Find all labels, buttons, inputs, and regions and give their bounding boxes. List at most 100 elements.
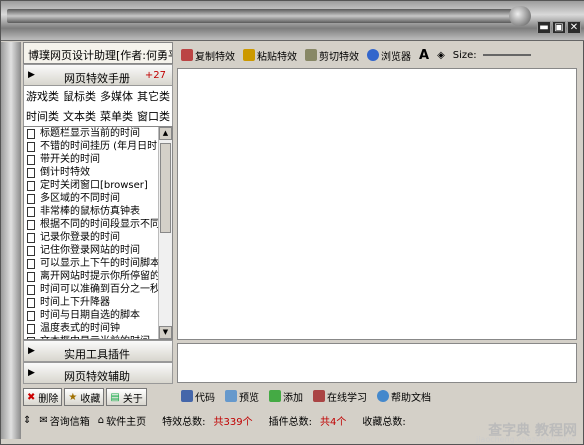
section-label: 网页特效手册 bbox=[64, 72, 130, 85]
category-game[interactable]: 游戏类 bbox=[26, 88, 59, 104]
cut-icon bbox=[305, 49, 317, 61]
effects-total-value: 共339个 bbox=[213, 416, 253, 428]
list-item-label: 温度表式的时间钟 bbox=[40, 323, 120, 334]
list-item[interactable]: 记录你登录的时间 bbox=[24, 231, 158, 244]
title-bar[interactable]: ▬ ▣ ✕ bbox=[1, 1, 584, 41]
maximize-button[interactable]: ▣ bbox=[552, 21, 566, 34]
copy-label: 复制特效 bbox=[195, 51, 235, 63]
delete-button[interactable]: ✖ 删除 bbox=[23, 388, 63, 406]
list-item[interactable]: 可以显示上下午的时间脚本 bbox=[24, 257, 158, 270]
category-text[interactable]: 文本类 bbox=[63, 108, 96, 124]
cut-effect-button[interactable]: 剪切特效 bbox=[305, 48, 359, 63]
list-item[interactable]: 不错的时间挂历 (年月日时 bbox=[24, 140, 158, 153]
section-tools[interactable]: ▶ 实用工具插件 bbox=[23, 340, 173, 362]
list-item-label: 时间可以准确到百分之一秒 bbox=[40, 284, 158, 295]
list-item[interactable]: 离开网站时提示你所停留的 bbox=[24, 270, 158, 283]
expand-arrow-icon: ▶ bbox=[28, 346, 35, 356]
document-icon bbox=[27, 142, 35, 152]
scroll-up-icon[interactable]: ▲ bbox=[159, 127, 172, 140]
logo-knob-icon bbox=[509, 6, 531, 26]
scroll-down-icon[interactable]: ▼ bbox=[159, 326, 172, 339]
list-item[interactable]: 根据不同的时间段显示不同 bbox=[24, 218, 158, 231]
category-tabs: 游戏类 鼠标类 多媒体 其它类 时间类 文本类 菜单类 窗口类 bbox=[23, 86, 173, 126]
paste-effect-button[interactable]: 粘贴特效 bbox=[243, 48, 297, 63]
document-icon bbox=[27, 194, 35, 204]
category-other[interactable]: 其它类 bbox=[137, 88, 170, 104]
category-media[interactable]: 多媒体 bbox=[100, 88, 133, 104]
expand-arrow-icon: ▶ bbox=[28, 368, 35, 378]
tab-help[interactable]: 帮助文档 bbox=[377, 389, 431, 404]
list-item[interactable]: 非常棒的鼠标仿真钟表 bbox=[24, 205, 158, 218]
description-box[interactable] bbox=[177, 343, 577, 383]
category-menu[interactable]: 菜单类 bbox=[100, 108, 133, 124]
size-slider[interactable] bbox=[482, 54, 531, 56]
document-icon bbox=[27, 272, 35, 282]
effects-total-label: 特效总数: bbox=[162, 416, 206, 428]
list-scrollbar[interactable]: ▲ ▼ bbox=[158, 127, 172, 339]
consult-label: 咨询信箱 bbox=[49, 416, 90, 428]
fill-color-icon[interactable]: ◈ bbox=[437, 50, 445, 61]
list-item[interactable]: 记住你登录网站的时间 bbox=[24, 244, 158, 257]
category-window[interactable]: 窗口类 bbox=[137, 108, 170, 124]
browser-button[interactable]: 浏览器 bbox=[367, 48, 411, 63]
list-item[interactable]: 定时关闭窗口[browser] bbox=[24, 179, 158, 192]
font-icon[interactable]: A bbox=[419, 48, 429, 63]
list-item-label: 带开关的时间 bbox=[40, 154, 100, 165]
homepage-label: 软件主页 bbox=[106, 416, 147, 428]
about-label: 关于 bbox=[122, 393, 143, 405]
list-item-label: 定时关闭窗口[browser] bbox=[40, 180, 148, 191]
paste-icon bbox=[243, 49, 255, 61]
list-item[interactable]: 多区域的不同时间 bbox=[24, 192, 158, 205]
document-icon bbox=[27, 207, 35, 217]
list-item[interactable]: 时间与日期自选的脚本 bbox=[24, 309, 158, 322]
list-item[interactable]: 倒计时特效 bbox=[24, 166, 158, 179]
consult-mail-link[interactable]: ✉ 咨询信箱 bbox=[39, 413, 89, 428]
title-bar-decoration bbox=[7, 9, 512, 23]
tab-learn[interactable]: 在线学习 bbox=[313, 389, 367, 404]
list-item[interactable]: 温度表式的时间钟 bbox=[24, 322, 158, 335]
effects-list[interactable]: 标题栏显示当前的时间 不错的时间挂历 (年月日时 带开关的时间 倒计时特效定时关闭窗口… bbox=[23, 126, 173, 340]
list-item-label: 可以显示上下午的时间脚本 bbox=[40, 258, 158, 269]
favorite-button[interactable]: ★ 收藏 bbox=[64, 388, 105, 406]
document-icon bbox=[27, 129, 35, 139]
about-button[interactable]: ▤ 关于 bbox=[106, 388, 147, 406]
expand-arrow-icon: ▶ bbox=[28, 70, 35, 80]
learn-icon bbox=[313, 390, 325, 402]
list-item-label: 时间与日期自选的脚本 bbox=[40, 310, 140, 321]
scroll-thumb[interactable] bbox=[160, 143, 171, 233]
document-icon bbox=[27, 168, 35, 178]
homepage-link[interactable]: ⌂ 软件主页 bbox=[98, 413, 146, 428]
tab-add[interactable]: 添加 bbox=[269, 389, 303, 404]
minimize-button[interactable]: ▬ bbox=[537, 21, 551, 34]
cut-label: 剪切特效 bbox=[319, 51, 359, 63]
category-time[interactable]: 时间类 bbox=[26, 108, 59, 124]
list-item-label: 倒计时特效 bbox=[40, 167, 90, 178]
list-item-label: 标题栏显示当前的时间 bbox=[40, 128, 140, 139]
list-item[interactable]: 标题栏显示当前的时间 bbox=[24, 127, 158, 140]
code-editor[interactable] bbox=[177, 68, 577, 340]
document-icon bbox=[27, 311, 35, 321]
document-icon bbox=[27, 155, 35, 165]
delete-label: 删除 bbox=[38, 393, 59, 405]
tab-code[interactable]: 代码 bbox=[181, 389, 215, 404]
tab-code-label: 代码 bbox=[195, 392, 215, 404]
size-control[interactable]: Size: bbox=[453, 50, 531, 61]
plugins-total-value: 共4个 bbox=[319, 416, 347, 428]
list-item-label: 离开网站时提示你所停留的 bbox=[40, 271, 158, 282]
favorites-total-label: 收藏总数: bbox=[362, 416, 406, 428]
browser-label: 浏览器 bbox=[381, 51, 411, 63]
tab-preview[interactable]: 预览 bbox=[225, 389, 259, 404]
copy-effect-button[interactable]: 复制特效 bbox=[181, 48, 235, 63]
category-mouse[interactable]: 鼠标类 bbox=[63, 88, 96, 104]
list-item[interactable]: 时间可以准确到百分之一秒 bbox=[24, 283, 158, 296]
close-button[interactable]: ✕ bbox=[567, 21, 581, 34]
list-item[interactable]: 带开关的时间 bbox=[24, 153, 158, 166]
section-label: 实用工具插件 bbox=[64, 348, 130, 361]
section-assist[interactable]: ▶ 网页特效辅助 bbox=[23, 362, 173, 384]
document-icon bbox=[27, 324, 35, 334]
copy-icon bbox=[181, 49, 193, 61]
document-icon bbox=[27, 220, 35, 230]
list-item[interactable]: 时间上下升降器 bbox=[24, 296, 158, 309]
section-effects-manual[interactable]: ▶ 网页特效手册 +27 bbox=[23, 64, 173, 86]
document-icon bbox=[27, 285, 35, 295]
